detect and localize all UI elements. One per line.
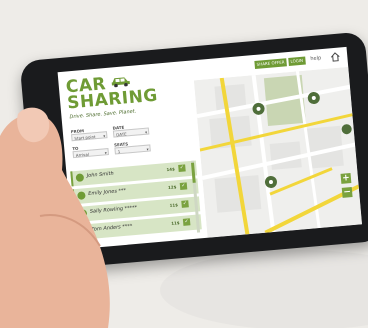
zoom-in-button[interactable]: + [340,173,352,184]
checkbox[interactable]: ✓ [181,200,189,208]
ride-price: 11$ [169,202,179,208]
car-icon [111,77,130,88]
checkbox[interactable]: ✓ [182,218,191,226]
login-button[interactable]: LOGIN [288,56,306,67]
photo-scene: CAR SHARING Drive. Share. Save. Planet. … [0,0,368,328]
checkbox[interactable]: ✓ [179,182,188,190]
checkbox[interactable]: ✓ [178,164,186,173]
hand [0,107,110,328]
ride-price: 14$ [166,166,176,173]
map-view[interactable]: + − [193,66,362,238]
map-canvas [193,66,362,238]
help-link[interactable]: help [310,55,321,62]
ride-price: 12$ [167,184,177,191]
chevron-down-icon: ▾ [146,146,149,152]
home-icon[interactable] [330,52,341,63]
share-offer-button[interactable]: SHARE OFFER [254,58,287,69]
ride-price: 11$ [170,220,180,226]
zoom-out-button[interactable]: − [341,187,353,198]
chevron-down-icon: ▾ [144,129,148,135]
